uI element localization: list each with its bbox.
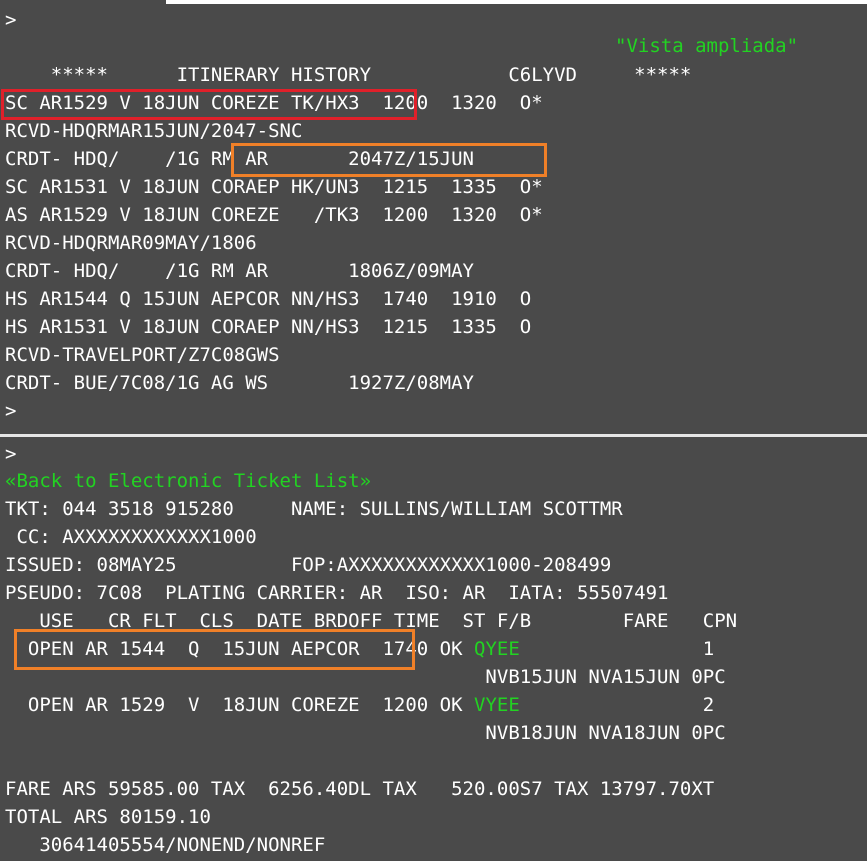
history-line: RCVD-HDQRMAR09MAY/1806 [5, 232, 257, 254]
history-line: SC AR1529 V 18JUN COREZE TK/HX3 1200 132… [5, 92, 543, 114]
coupon-details: OPEN AR 1544 Q 15JUN AEPCOR 1740 OK [5, 638, 474, 660]
vista-ampliada-label: "Vista ampliada" [615, 35, 799, 57]
coupon-row: OPEN AR 1529 V 18JUN COREZE 1200 OK VYEE… [5, 693, 714, 717]
prompt-top-end: > [5, 400, 17, 422]
ticket-line: PSEUDO: 7C08 PLATING CARRIER: AR ISO: AR… [5, 582, 669, 604]
history-line: CRDT- HDQ/ /1G RM AR 1806Z/09MAY [5, 260, 474, 282]
ticket-line: ISSUED: 08MAY25 FOP:AXXXXXXXXXXXX1000-20… [5, 554, 612, 576]
history-line: HS AR1531 V 18JUN CORAEP NN/HS3 1215 133… [5, 316, 532, 338]
history-line: SC AR1531 V 18JUN CORAEP HK/UN3 1215 133… [5, 176, 543, 198]
history-line: HS AR1544 Q 15JUN AEPCOR NN/HS3 1740 191… [5, 288, 532, 310]
coupon-validity-line: NVB18JUN NVA18JUN 0PC [5, 722, 726, 744]
prompt-bottom: > [5, 443, 17, 465]
itinerary-history-header: ***** ITINERARY HISTORY C6LYVD ***** [5, 64, 692, 86]
prompt-top: > [5, 9, 17, 31]
coupon-number: 1 [519, 638, 715, 660]
window-top-edge [166, 0, 867, 4]
history-line: RCVD-HDQRMAR15JUN/2047-SNC [5, 120, 303, 142]
coupon-row: OPEN AR 1544 Q 15JUN AEPCOR 1740 OK QYEE… [5, 637, 714, 661]
history-line: AS AR1529 V 18JUN COREZE /TK3 1200 1320 … [5, 204, 543, 226]
coupon-validity-line: NVB15JUN NVA15JUN 0PC [5, 666, 726, 688]
coupon-table-header: USE CR FLT CLS DATE BRDOFF TIME ST F/B F… [5, 610, 738, 632]
fare-basis-link[interactable]: VYEE [474, 694, 520, 716]
history-line: CRDT- BUE/7C08/1G AG WS 1927Z/08MAY [5, 372, 474, 394]
history-line: CRDT- HDQ/ /1G RM AR 2047Z/15JUN [5, 148, 474, 170]
endorsement-line: 30641405554/NONEND/NONREF [5, 834, 326, 856]
screen-divider [0, 434, 867, 437]
fare-line: FARE ARS 59585.00 TAX 6256.40DL TAX 520.… [5, 778, 715, 800]
coupon-details: OPEN AR 1529 V 18JUN COREZE 1200 OK [5, 694, 474, 716]
coupon-number: 2 [519, 694, 715, 716]
total-line: TOTAL ARS 80159.10 [5, 806, 211, 828]
back-to-ticket-list-link[interactable]: «Back to Electronic Ticket List» [5, 469, 371, 493]
ticket-line: TKT: 044 3518 915280 NAME: SULLINS/WILLI… [5, 498, 623, 520]
history-line: RCVD-TRAVELPORT/Z7C08GWS [5, 344, 280, 366]
fare-basis-link[interactable]: QYEE [474, 638, 520, 660]
ticket-line: CC: AXXXXXXXXXXXX1000 [5, 526, 257, 548]
